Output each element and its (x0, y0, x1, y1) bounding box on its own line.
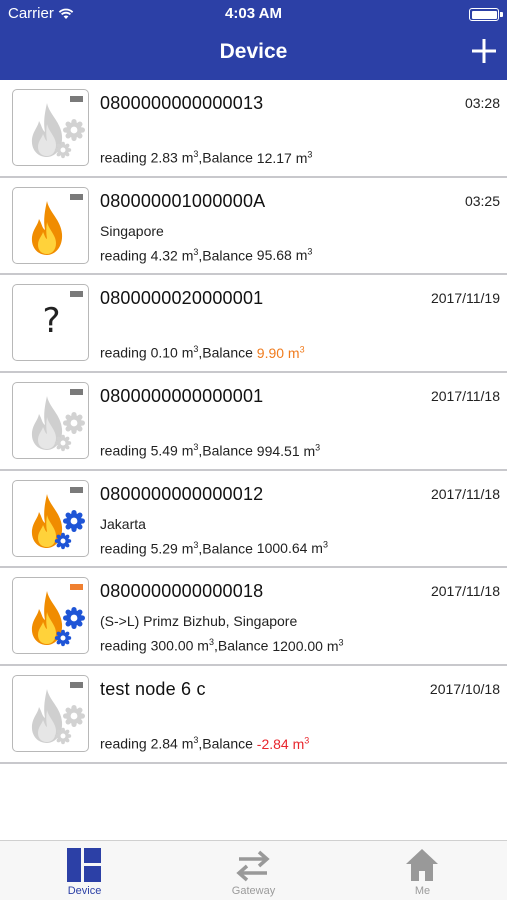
add-button[interactable] (471, 38, 497, 64)
unit-superscript: 3 (307, 149, 313, 159)
device-timestamp: 2017/11/18 (430, 485, 500, 502)
device-battery-icon (70, 96, 83, 102)
balance-value: -2.84 m (256, 735, 305, 752)
device-row[interactable]: 0800000000000001 2017/11/18 reading 5.49 m… (0, 373, 507, 471)
balance-label: ,Balance (198, 735, 257, 752)
tab-me-label: Me (414, 885, 431, 897)
device-id: 080000001000000A (100, 190, 266, 211)
device-row[interactable]: 0800000000000013 03:28 reading 2.83 m 3 ,Bal… (0, 80, 507, 178)
device-battery-icon (70, 389, 83, 396)
device-screen: Carrier 4:03 AM Device 0800000000000013 0… (0, 0, 507, 900)
balance-value: 12.17 m (256, 149, 308, 166)
device-timestamp: 03:28 (464, 95, 500, 111)
device-thumbnail (12, 675, 89, 753)
page-title: Device (219, 40, 288, 63)
device-id: 0800000000000001 (100, 386, 264, 407)
flame-icon (31, 200, 63, 255)
device-thumbnail (12, 577, 89, 655)
device-row[interactable]: 0800000000000018 2017/11/18 (S->L) Primz B… (0, 568, 507, 667)
tab-device-label: Device (67, 885, 102, 897)
device-row[interactable]: ? 0800000020000001 2017/11/19 reading 0.10 … (0, 275, 507, 374)
unknown-icon: ? (42, 301, 61, 342)
device-location: Singapore (100, 222, 164, 239)
nav-bar: Device (0, 28, 507, 80)
balance-label: ,Balance (198, 540, 257, 557)
balance-value: 1000.64 m (256, 540, 323, 557)
balance-value: 95.68 m (256, 247, 308, 264)
device-battery-icon (70, 193, 83, 200)
unit-superscript: 3 (307, 246, 313, 257)
device-timestamp: 2017/10/18 (429, 681, 500, 698)
device-reading-line: reading 2.83 m3,Balance 12.17 m3 (100, 149, 312, 166)
device-thumbnail: ? (12, 284, 89, 362)
device-battery-icon (70, 291, 83, 298)
tab-gateway-label: Gateway (231, 885, 276, 897)
device-row[interactable]: test node 6 c 2017/10/18 reading 2.84 m 3 ,B… (0, 666, 507, 764)
device-battery-icon (70, 682, 83, 689)
tab-me[interactable]: Me (338, 841, 507, 900)
device-thumbnail (12, 382, 89, 460)
reading-value: reading 5.49 m (100, 442, 194, 459)
device-id: 0800000000000013 (100, 93, 264, 113)
balance-value: 994.51 m (256, 442, 316, 459)
device-reading-line: reading 2.84 m3,Balance -2.84 m3 (100, 735, 309, 752)
device-reading-line: reading 0.10 m3,Balance 9.90 m3 (100, 344, 305, 361)
device-reading-line: reading 300.00 m3,Balance 1200.00 m3 (100, 637, 344, 654)
unit-superscript: 3 (322, 539, 328, 550)
device-row[interactable]: 0800000000000012 2017/11/18 Jakarta reading… (0, 470, 507, 569)
device-reading-line: reading 5.29 m3,Balance 1000.64 m3 (100, 540, 328, 557)
device-battery-icon (70, 486, 83, 493)
tab-bar: Device Gateway Me (0, 840, 507, 900)
status-time: 4:03 AM (225, 5, 282, 22)
device-id: 0800000000000018 (100, 581, 264, 602)
grid-icon (67, 848, 101, 882)
gear-icon (54, 509, 85, 549)
device-id: test node 6 c (100, 679, 206, 700)
device-thumbnail (12, 479, 89, 557)
device-id: 0800000020000001 (100, 288, 264, 309)
device-id: 0800000000000012 (100, 483, 264, 504)
device-timestamp: 2017/11/18 (430, 388, 500, 405)
gear-icon (54, 607, 85, 647)
reading-value: reading 5.29 m (100, 540, 194, 557)
tab-gateway[interactable]: Gateway (169, 841, 338, 900)
device-thumbnail (12, 186, 89, 264)
reading-value: reading 2.83 m (100, 149, 194, 166)
balance-label: ,Balance (198, 345, 257, 362)
device-reading-line: reading 4.32 m3,Balance 95.68 m3 (100, 247, 312, 264)
device-timestamp: 2017/11/19 (430, 290, 500, 307)
status-bar: Carrier 4:03 AM (0, 0, 507, 28)
unit-superscript: 3 (338, 637, 344, 648)
device-location: (S->L) Primz Bizhub, Singapore (100, 613, 298, 630)
balance-label: ,Balance (198, 149, 257, 166)
tab-device[interactable]: Device (0, 841, 169, 900)
balance-label: ,Balance (213, 638, 273, 655)
balance-value: 1200.00 m (272, 638, 339, 655)
reading-value: reading 0.10 m (100, 345, 194, 362)
balance-value: 9.90 m (256, 345, 300, 362)
device-list: 0800000000000013 03:28 reading 2.83 m 3 ,Bal… (0, 80, 507, 764)
gear-inactive-icon (54, 705, 85, 745)
device-thumbnail (12, 89, 89, 166)
device-battery-icon (70, 584, 83, 591)
swap-arrows-icon (236, 850, 270, 882)
device-timestamp: 2017/11/18 (430, 583, 500, 600)
reading-value: reading 4.32 m (100, 247, 194, 264)
unit-superscript: 3 (299, 344, 305, 355)
device-location: Jakarta (100, 515, 146, 532)
unit-superscript: 3 (304, 735, 310, 746)
home-icon (406, 849, 438, 881)
device-timestamp: 03:25 (464, 192, 500, 209)
balance-label: ,Balance (198, 247, 257, 264)
gear-inactive-icon (54, 412, 85, 452)
unit-superscript: 3 (315, 442, 321, 453)
balance-label: ,Balance (198, 442, 257, 459)
device-reading-line: reading 5.49 m3,Balance 994.51 m3 (100, 442, 320, 459)
device-row[interactable]: 080000001000000A 03:25 Singapore reading 4.… (0, 177, 507, 276)
reading-value: reading 2.84 m (100, 735, 194, 752)
gear-inactive-icon (54, 119, 85, 159)
battery-icon (469, 8, 503, 21)
reading-value: reading 300.00 m (100, 638, 209, 655)
